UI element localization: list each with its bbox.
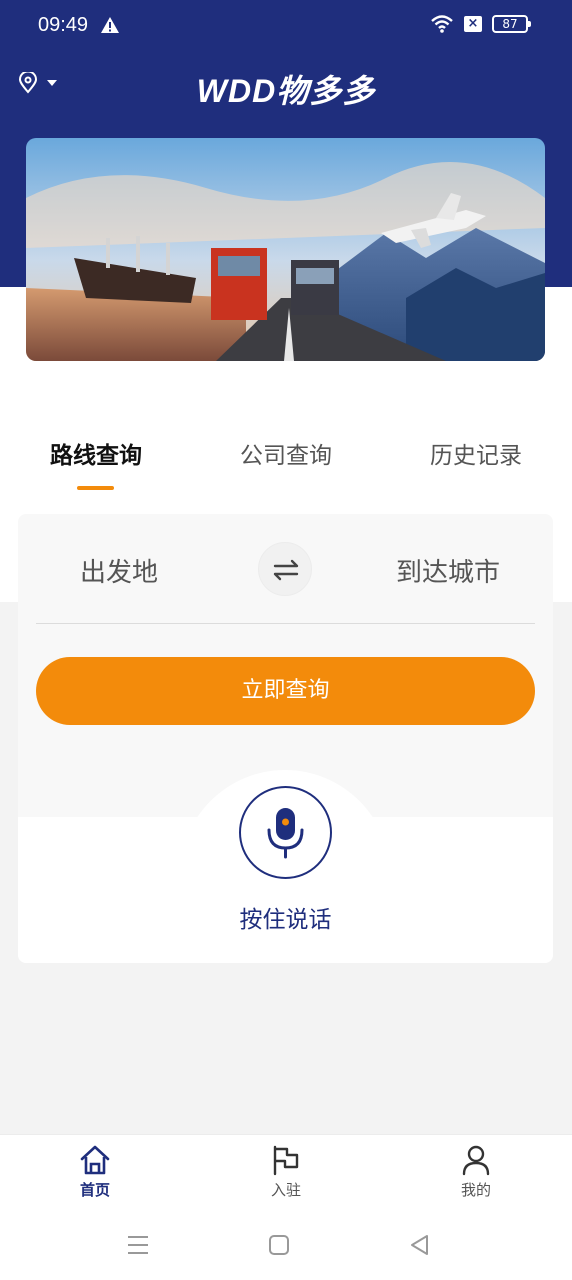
- voice-button[interactable]: [239, 786, 332, 879]
- back-icon[interactable]: [408, 1233, 430, 1257]
- wifi-icon: [431, 15, 453, 33]
- nav-home-label: 首页: [79, 1181, 110, 1199]
- status-bar: 09:49 × 87: [0, 0, 572, 52]
- destination-field[interactable]: 到达城市: [396, 552, 500, 589]
- system-navigation-bar: [0, 1215, 572, 1275]
- origin-field[interactable]: 出发地: [80, 552, 158, 589]
- search-card: 出发地 到达城市 立即查询 按住说话: [18, 514, 553, 963]
- status-time: 09:49: [38, 14, 89, 36]
- home-nav-icon[interactable]: [268, 1234, 290, 1256]
- swap-icon: [273, 559, 299, 581]
- active-tab-indicator: [77, 486, 114, 490]
- nav-home[interactable]: 首页: [45, 1143, 145, 1200]
- status-icons: × 87: [430, 14, 531, 34]
- swap-button[interactable]: [258, 542, 312, 596]
- sim-off-icon: ×: [464, 16, 482, 32]
- nav-join[interactable]: 入驻: [236, 1143, 336, 1200]
- app-logo: WDD物多多: [196, 73, 376, 109]
- tab-history[interactable]: 历史记录: [430, 436, 522, 470]
- microphone-icon: [267, 808, 304, 859]
- divider: [36, 623, 535, 624]
- nav-join-label: 入驻: [270, 1181, 301, 1199]
- tab-company-query[interactable]: 公司查询: [240, 436, 332, 470]
- top-bar: WDD物多多: [0, 60, 572, 110]
- battery-level: 87: [502, 17, 518, 31]
- query-tabs: 路线查询 公司查询 历史记录: [0, 436, 572, 496]
- battery-icon: 87: [492, 15, 531, 33]
- warning-icon: [101, 17, 119, 33]
- user-icon: [462, 1145, 490, 1176]
- query-button[interactable]: 立即查询: [36, 657, 535, 725]
- home-icon: [80, 1145, 110, 1175]
- tab-route-query[interactable]: 路线查询: [50, 436, 142, 470]
- nav-mine-label: 我的: [460, 1181, 491, 1199]
- nav-mine[interactable]: 我的: [426, 1143, 526, 1200]
- voice-label: 按住说话: [239, 907, 332, 933]
- recents-icon[interactable]: [126, 1233, 150, 1257]
- banner-image[interactable]: [26, 138, 545, 361]
- logistics-illustration: [26, 138, 545, 361]
- flag-icon: [273, 1145, 299, 1176]
